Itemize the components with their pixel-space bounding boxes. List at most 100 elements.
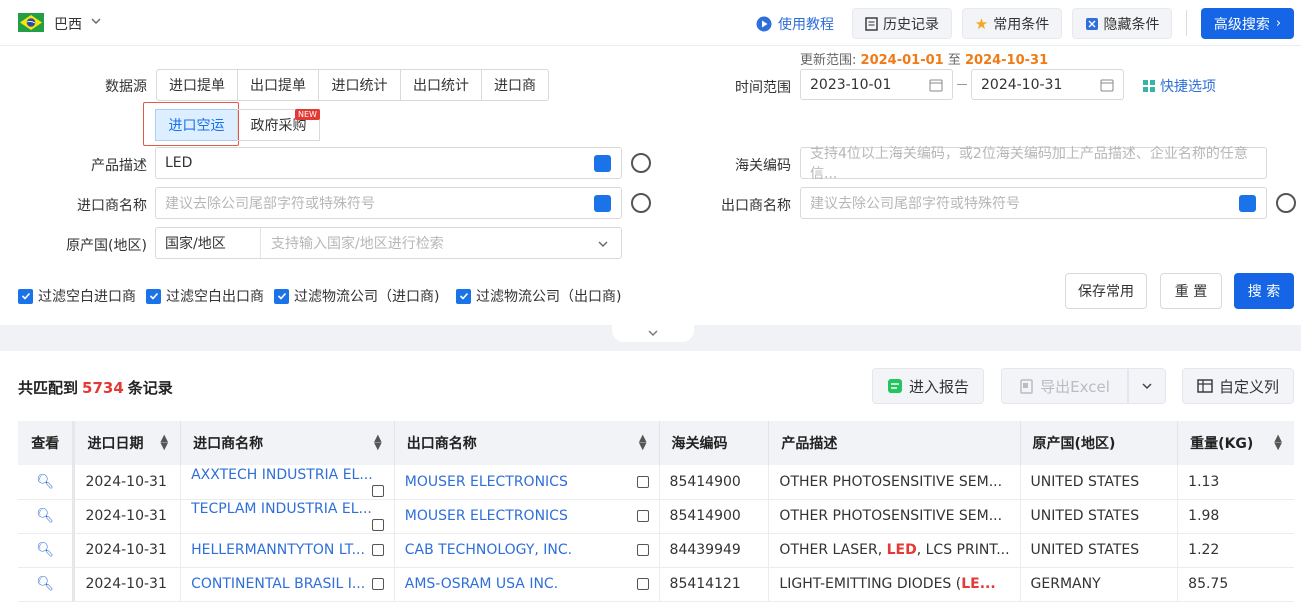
collapse-toggle[interactable] [612, 325, 694, 342]
sort-icon[interactable]: ▲ ▼ [374, 434, 382, 452]
chevron-down-icon[interactable] [90, 15, 102, 27]
exporter-label: 出口商名称 [721, 198, 791, 214]
copy-icon[interactable] [371, 544, 384, 556]
origin-type-select[interactable]: 国家/地区 [156, 228, 261, 258]
enter-report-label: 进入报告 [908, 377, 969, 396]
count-number: 5734 [82, 379, 124, 397]
importer-link[interactable]: AXXTECH INDUSTRIA EL... [191, 467, 373, 483]
quick-options-link[interactable]: 快捷选项 [1142, 76, 1216, 96]
tab-import-stats[interactable]: 进口统计 [318, 69, 401, 101]
hs-code: 85414121 [659, 567, 770, 602]
description-text: OTHER LASER, [779, 542, 887, 558]
image-search-icon[interactable] [1239, 195, 1256, 212]
table-row[interactable]: 🔍︎ 2024-10-31 HELLERMANNTYTON LT... CAB … [18, 533, 1294, 568]
product-value: LED [165, 155, 193, 171]
importer-input[interactable]: 建议去除公司尾部字符或特殊符号 [155, 187, 622, 219]
tab-import-bill[interactable]: 进口提单 [156, 69, 238, 101]
exporter-cell: MOUSER ELECTRONICS [394, 499, 660, 534]
custom-columns-button[interactable]: 自定义列 [1182, 368, 1294, 404]
column-header-exporter[interactable]: 出口商名称 ▲ ▼ [394, 421, 660, 465]
view-icon[interactable]: 🔍︎ [18, 499, 76, 534]
tutorial-label: 使用教程 [778, 17, 834, 33]
origin-country: UNITED STATES [1020, 499, 1179, 534]
origin-country: UNITED STATES [1020, 533, 1179, 568]
view-icon[interactable]: 🔍︎ [18, 567, 76, 602]
table-row[interactable]: 🔍︎ 2024-10-31 AXXTECH INDUSTRIA EL... MO… [18, 465, 1294, 500]
tab-export-bill[interactable]: 出口提单 [237, 69, 319, 101]
hidden-conditions-button[interactable]: 隐藏条件 [1072, 8, 1172, 39]
checkmark-icon [456, 288, 471, 304]
search-button[interactable]: 搜 索 [1234, 273, 1294, 309]
quick-options-label: 快捷选项 [1160, 79, 1216, 95]
description-text-rest: , LCS PRINT... [916, 542, 1010, 558]
copy-icon[interactable] [636, 578, 649, 590]
origin-input[interactable]: 国家/地区 支持输入国家/地区进行检索 [155, 227, 622, 259]
date-from-input[interactable]: 2023-10-01 [800, 69, 953, 100]
tab-export-stats[interactable]: 出口统计 [400, 69, 482, 101]
column-header-description: 产品描述 [768, 421, 1021, 465]
filter-blank-exporter-checkbox[interactable]: 过滤空白出口商 [146, 286, 264, 306]
play-icon [756, 16, 772, 32]
copy-icon[interactable] [636, 510, 649, 522]
export-dropdown-button[interactable] [1128, 368, 1166, 404]
image-search-icon[interactable] [594, 155, 611, 172]
translate-icon[interactable] [631, 193, 651, 213]
copy-icon[interactable] [636, 544, 649, 556]
product-input[interactable]: LED [155, 147, 622, 179]
importer-cell: CONTINENTAL BRASIL I... [180, 567, 395, 602]
copy-icon[interactable] [636, 475, 649, 488]
hs-input[interactable]: 支持4位以上海关编码，或2位海关编码加上产品描述、企业名称的任意信... [800, 146, 1267, 182]
export-excel-button[interactable]: 导出Excel [1001, 368, 1128, 404]
image-search-icon[interactable] [594, 195, 611, 212]
filter-logistics-importer-checkbox[interactable]: 过滤物流公司（进口商) [274, 286, 439, 306]
column-header-date[interactable]: 进口日期 ▲ ▼ [73, 421, 182, 465]
exporter-link[interactable]: AMS-OSRAM USA INC. [405, 576, 558, 592]
view-icon[interactable]: 🔍︎ [18, 465, 76, 500]
filter-logistics-exporter-checkbox[interactable]: 过滤物流公司（出口商) [456, 286, 621, 306]
advanced-search-button[interactable]: 高级搜索 › [1201, 8, 1294, 39]
tab-importer[interactable]: 进口商 [481, 69, 549, 101]
translate-icon[interactable] [631, 153, 651, 173]
view-icon[interactable]: 🔍︎ [18, 533, 76, 568]
tab-import-air[interactable]: 进口空运 [155, 109, 238, 141]
import-date: 2024-10-31 [73, 465, 182, 500]
importer-link[interactable]: TECPLAM INDUSTRIA EL... [191, 501, 372, 517]
date-separator [957, 84, 967, 85]
column-header-weight[interactable]: 重量(KG) ▲ ▼ [1177, 421, 1294, 465]
importer-link[interactable]: HELLERMANNTYTON LT... [191, 542, 365, 558]
copy-icon[interactable] [371, 519, 384, 531]
importer-link[interactable]: CONTINENTAL BRASIL I... [191, 576, 365, 592]
table-row[interactable]: 🔍︎ 2024-10-31 TECPLAM INDUSTRIA EL... MO… [18, 499, 1294, 534]
hs-code: 85414900 [659, 499, 770, 534]
enter-report-button[interactable]: 进入报告 [872, 368, 984, 404]
calendar-icon [929, 79, 943, 92]
sort-icon[interactable]: ▲ ▼ [1274, 434, 1282, 452]
date-from-value: 2023-10-01 [810, 76, 892, 93]
filter-blank-importer-checkbox[interactable]: 过滤空白进口商 [18, 286, 136, 306]
column-header-importer[interactable]: 进口商名称 ▲ ▼ [180, 421, 395, 465]
save-common-button[interactable]: 保存常用 [1065, 273, 1147, 309]
date-to-input[interactable]: 2024-10-31 [971, 69, 1124, 100]
sort-icon[interactable]: ▲ ▼ [160, 434, 168, 452]
translate-icon[interactable] [1276, 193, 1296, 213]
table-row[interactable]: 🔍︎ 2024-10-31 CONTINENTAL BRASIL I... AM… [18, 567, 1294, 602]
common-conditions-button[interactable]: ★ 常用条件 [962, 8, 1062, 39]
exporter-cell: AMS-OSRAM USA INC. [394, 567, 660, 602]
table-header-row: 查看 进口日期 ▲ ▼ 进口商名称 ▲ ▼ 出口商名称 ▲ ▼ 海关编码 产品描述 原产国(… [18, 421, 1294, 465]
history-button[interactable]: 历史记录 [852, 8, 952, 39]
exporter-link[interactable]: MOUSER ELECTRONICS [405, 474, 568, 490]
exporter-link[interactable]: CAB TECHNOLOGY, INC. [405, 542, 572, 558]
tutorial-link[interactable]: 使用教程 [756, 14, 834, 34]
column-header-view: 查看 [18, 421, 76, 465]
exporter-link[interactable]: MOUSER ELECTRONICS [405, 508, 568, 524]
copy-icon[interactable] [371, 484, 384, 497]
exporter-input[interactable]: 建议去除公司尾部字符或特殊符号 [800, 187, 1267, 219]
sort-icon[interactable]: ▲ ▼ [639, 434, 647, 452]
import-date: 2024-10-31 [73, 567, 182, 602]
weight: 1.98 [1177, 499, 1294, 534]
country-selector[interactable]: 巴西 [54, 14, 82, 34]
history-label: 历史记录 [883, 16, 939, 33]
importer-cell: AXXTECH INDUSTRIA EL... [180, 465, 395, 500]
copy-icon[interactable] [371, 578, 384, 590]
reset-button[interactable]: 重 置 [1160, 273, 1222, 309]
